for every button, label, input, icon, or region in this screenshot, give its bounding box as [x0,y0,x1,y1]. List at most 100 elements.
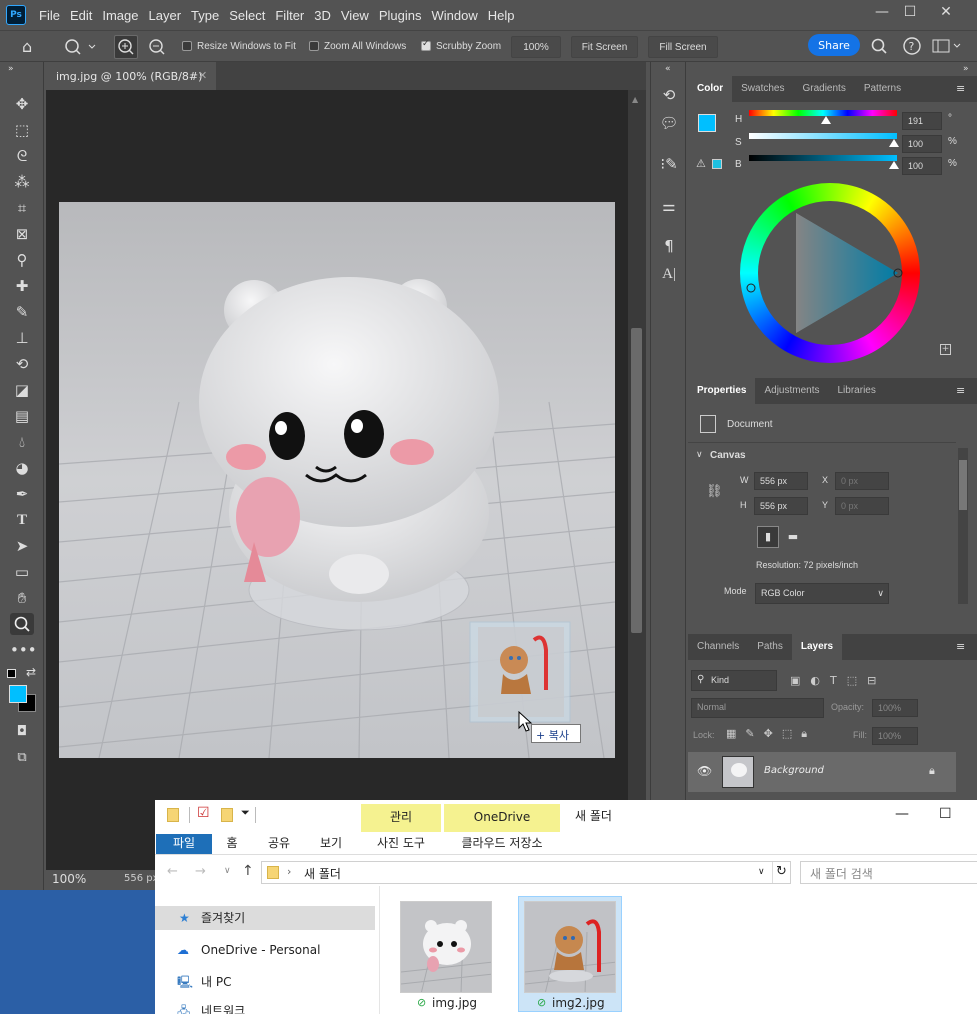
share-button[interactable]: Share [808,34,860,56]
hand-tool-icon[interactable]: ✋︎ [10,587,34,609]
eraser-icon[interactable]: ◪ [10,379,34,401]
fit-screen-button[interactable]: Fit Screen [571,36,638,58]
blur-tool-icon[interactable]: 💧︎ [10,431,34,453]
expand-icon[interactable]: » [8,64,14,74]
zoom-tool-icon[interactable] [10,613,34,635]
foreground-color-chip[interactable] [698,114,716,132]
ribbon-tab-cloud-storage[interactable]: 클라우드 저장소 [444,834,560,854]
refresh-icon[interactable]: ↻ [776,864,787,879]
brush-settings-icon[interactable]: ⁝✎ [659,155,679,175]
chevron-down-icon[interactable]: ∨ [696,449,703,460]
kind-filter-select[interactable]: ⚲ Kind [691,670,777,691]
document-tab[interactable]: img.jpg @ 100% (RGB/8#) ✕ [46,62,216,90]
collapse-icon[interactable]: « [665,64,671,74]
minimize-button[interactable]: — [870,4,894,24]
brush-tool-icon[interactable]: ✎ [10,301,34,323]
scrubby-zoom-checkbox[interactable] [421,39,431,51]
magic-wand-icon[interactable]: ⁂ [10,171,34,193]
eyedropper-icon[interactable]: ⚲ [10,249,34,271]
ribbon-tab-file[interactable]: 파일 [156,834,212,854]
file-name-img[interactable]: img.jpg [432,996,477,1010]
color-mode-select[interactable]: RGB Color ∨ [755,583,889,604]
brightness-slider-handle[interactable] [889,161,899,169]
lock-icons[interactable]: ▦✎✥⬚🔒︎ [726,727,816,741]
ribbon-tab-home[interactable]: 홈 [217,834,247,854]
canvas-image[interactable] [59,202,615,758]
history-brush-icon[interactable]: ⟲ [10,353,34,375]
panel-menu-icon[interactable]: ≡ [956,82,965,95]
foreground-color-swatch[interactable] [9,685,27,703]
menu-layer[interactable]: Layer [149,8,182,23]
menu-file[interactable]: File [39,8,60,23]
status-zoom[interactable]: 100% [52,872,86,886]
resize-windows-checkbox[interactable] [182,41,192,51]
nav-item-this-pc[interactable]: 🖳 내 PC [155,970,375,994]
address-bar[interactable]: › 새 폴더 ∨ ↻ [261,861,791,884]
layer-filter-icons[interactable]: ▣◐T⬚⊟ [790,674,886,687]
scroll-thumb[interactable] [631,328,642,633]
opacity-field[interactable]: 100% [872,699,918,717]
properties-scrollbar[interactable] [958,448,968,604]
quick-access-dropdown-icon[interactable]: ⏷ [241,806,250,820]
tab-paths[interactable]: Paths [748,634,792,660]
menu-3d[interactable]: 3D [314,8,331,23]
tab-adjustments[interactable]: Adjustments [755,378,828,404]
dodge-tool-icon[interactable]: ◕ [10,457,34,479]
menu-type[interactable]: Type [191,8,219,23]
character-panel-icon[interactable]: A| [659,266,679,286]
comments-panel-icon[interactable]: 💬︎ [659,114,679,134]
type-tool-icon[interactable]: T [10,509,34,531]
new-folder-icon[interactable] [221,808,233,822]
canvas-section-label[interactable]: Canvas [710,450,746,461]
tab-libraries[interactable]: Libraries [829,378,885,404]
landscape-orientation-icon[interactable]: ▬ [783,528,803,546]
paragraph-panel-icon[interactable]: ¶ [659,237,679,257]
history-panel-icon[interactable]: ⟲ [659,86,679,106]
menu-plugins[interactable]: Plugins [379,8,422,23]
up-arrow-icon[interactable]: ↑ [242,863,254,879]
default-colors-icon[interactable] [7,669,16,678]
tab-properties[interactable]: Properties [688,378,756,404]
menu-window[interactable]: Window [431,8,477,23]
gamut-warning-icon[interactable]: ⚠ [696,157,706,170]
menu-image[interactable]: Image [102,8,138,23]
back-arrow-icon[interactable]: ← [167,864,178,879]
healing-brush-icon[interactable]: ✚ [10,275,34,297]
zoom-in-button[interactable] [114,35,138,59]
explorer-maximize-button[interactable]: ☐ [939,806,952,822]
recent-locations-icon[interactable]: ∨ [224,866,231,876]
pen-tool-icon[interactable]: ✒ [10,483,34,505]
zoom-out-button[interactable] [146,36,168,58]
address-folder[interactable]: 새 폴더 [304,865,341,882]
collapse-panels-icon[interactable]: » [963,64,969,74]
screen-mode-icon[interactable]: ⧉ [10,747,34,769]
address-dropdown-icon[interactable]: ∨ [758,867,765,877]
saturation-slider-handle[interactable] [889,139,899,147]
tab-channels[interactable]: Channels [688,634,748,660]
zoom-tool-preset[interactable] [62,37,96,57]
portrait-orientation-icon[interactable]: ▮ [757,526,779,548]
gradient-tool-icon[interactable]: ▤ [10,405,34,427]
quick-mask-icon[interactable]: ◘ [10,721,34,743]
visibility-eye-icon[interactable]: 👁︎ [697,764,712,778]
workspace-icon[interactable] [932,38,962,54]
move-tool-icon[interactable]: ✥ [10,93,34,115]
tab-patterns[interactable]: Patterns [855,76,910,102]
search-icon[interactable] [870,37,890,55]
file-name-img2[interactable]: img2.jpg [552,996,605,1010]
file-thumbnail-img2[interactable] [524,901,616,993]
tab-color[interactable]: Color [688,76,733,102]
hue-field[interactable]: 191 [902,112,942,130]
canvas-width-field[interactable]: 556 px [754,472,808,490]
context-tab-manage[interactable]: 관리 [361,804,441,832]
saturation-field[interactable]: 100 [902,135,942,153]
menu-select[interactable]: Select [229,8,265,23]
properties-check-icon[interactable]: ☑ [197,805,210,821]
canvas-x-field[interactable]: 0 px [835,472,889,490]
gamut-color-chip[interactable] [712,159,722,169]
menu-view[interactable]: View [341,8,369,23]
ribbon-tab-share[interactable]: 공유 [259,834,299,854]
link-icon[interactable]: ⛓ [706,484,723,499]
crop-tool-icon[interactable]: ⌗ [10,197,34,219]
brightness-field[interactable]: 100 [902,157,942,175]
